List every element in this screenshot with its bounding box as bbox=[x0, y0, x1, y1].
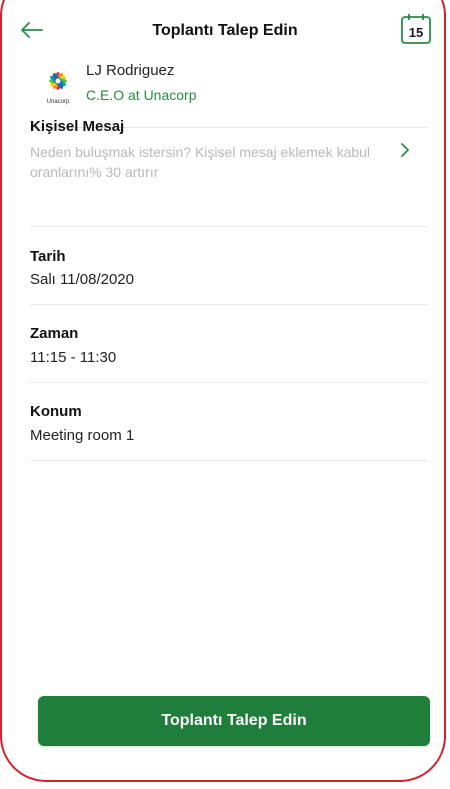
time-label: Zaman bbox=[30, 325, 79, 342]
personal-message-hint[interactable]: Neden buluşmak istersin? Kişisel mesaj e… bbox=[30, 142, 390, 182]
location-value[interactable]: Meeting room 1 bbox=[30, 427, 134, 444]
location-label: Konum bbox=[30, 403, 82, 420]
divider bbox=[30, 382, 428, 383]
personal-message-label: Kişisel Mesaj bbox=[30, 118, 125, 135]
date-label: Tarih bbox=[30, 248, 66, 265]
contact-card[interactable]: Unacorp LJ Rodriguez C.E.O at Unacorp bbox=[30, 60, 430, 105]
date-value[interactable]: Salı 11/08/2020 bbox=[30, 271, 134, 288]
calendar-day: 15 bbox=[409, 25, 423, 40]
divider bbox=[30, 226, 428, 227]
calendar-icon[interactable]: 15 bbox=[399, 12, 433, 46]
contact-role: C.E.O at Unacorp bbox=[86, 87, 197, 103]
unacorp-logo: Unacorp bbox=[47, 72, 70, 105]
page-title: Toplantı Talep Edin bbox=[152, 22, 298, 39]
divider bbox=[30, 460, 428, 461]
logo-text: Unacorp bbox=[47, 99, 70, 105]
time-value[interactable]: 11:15 - 11:30 bbox=[30, 349, 116, 366]
app-header: Toplantı Talep Edin 15 bbox=[2, 2, 444, 58]
chevron-right-icon[interactable] bbox=[396, 141, 414, 159]
divider bbox=[30, 304, 428, 305]
phone-frame: Toplantı Talep Edin 15 Unacorp LJ Rodrig… bbox=[0, 0, 446, 782]
request-meeting-button[interactable]: Toplantı Talep Edin bbox=[38, 696, 430, 746]
contact-name: LJ Rodriguez bbox=[86, 62, 175, 79]
